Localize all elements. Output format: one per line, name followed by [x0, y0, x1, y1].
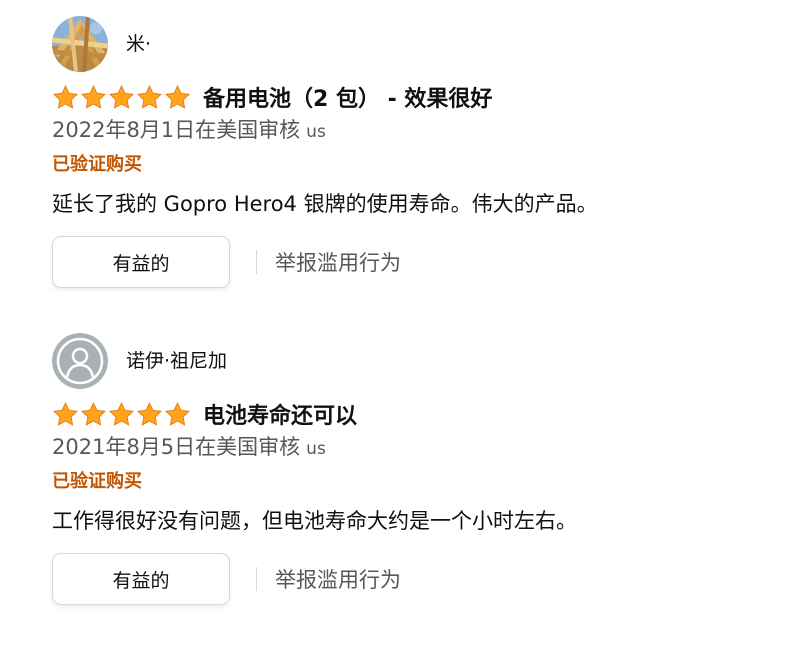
- verified-purchase-badge: 已验证购买: [52, 154, 142, 175]
- reviewer-profile[interactable]: 米·: [52, 16, 772, 72]
- review-item: 诺伊·祖尼加 电池寿命还可以 2021年8月5日在美国审核 us 已验证购买 工作…: [52, 333, 772, 605]
- star-icon: [81, 401, 106, 426]
- reviewer-avatar-default[interactable]: [52, 333, 108, 389]
- review-title-row: 备用电池（2 包） - 效果很好: [52, 82, 772, 112]
- star-icon: [137, 84, 162, 109]
- reviewer-avatar-photo[interactable]: [52, 16, 108, 72]
- star-icon: [109, 401, 134, 426]
- default-user-avatar: [52, 333, 108, 389]
- reviewer-name[interactable]: 诺伊·祖尼加: [126, 351, 227, 371]
- review-date-text: 2022年8月1日在美国审核: [52, 118, 301, 142]
- review-country: us: [306, 439, 326, 459]
- review-date-text: 2021年8月5日在美国审核: [52, 435, 301, 459]
- helpful-button[interactable]: 有益的: [52, 553, 230, 605]
- star-icon: [53, 84, 78, 109]
- review-date: 2021年8月5日在美国审核 us: [52, 433, 772, 463]
- review-title[interactable]: 备用电池（2 包） - 效果很好: [203, 81, 492, 113]
- star-icon: [165, 401, 190, 426]
- star-icon: [81, 84, 106, 109]
- star-rating[interactable]: [52, 401, 191, 428]
- reviewer-profile[interactable]: 诺伊·祖尼加: [52, 333, 772, 389]
- helpful-button[interactable]: 有益的: [52, 236, 230, 288]
- star-icon: [137, 401, 162, 426]
- review-title[interactable]: 电池寿命还可以: [203, 398, 357, 430]
- review-title-row: 电池寿命还可以: [52, 399, 772, 429]
- report-abuse-link[interactable]: 举报滥用行为: [275, 247, 401, 277]
- action-divider: [256, 567, 257, 591]
- review-body: 延长了我的 Gopro Hero4 银牌的使用寿命。伟大的产品。: [52, 192, 598, 216]
- review-country: us: [306, 122, 326, 142]
- star-rating[interactable]: [52, 84, 191, 111]
- review-actions: 有益的 举报滥用行为: [52, 236, 772, 288]
- reviewer-name[interactable]: 米·: [126, 34, 151, 54]
- action-divider: [256, 250, 257, 274]
- star-icon: [109, 84, 134, 109]
- review-date: 2022年8月1日在美国审核 us: [52, 116, 772, 146]
- report-abuse-link[interactable]: 举报滥用行为: [275, 564, 401, 594]
- star-icon: [165, 84, 190, 109]
- review-body: 工作得很好没有问题，但电池寿命大约是一个小时左右。: [52, 509, 577, 533]
- woven-basket-photo-avatar: [52, 16, 108, 72]
- review-item: 米· 备用电池（2 包） - 效果很好 2022年8月1日在美国审核 us 已验证…: [52, 16, 772, 288]
- verified-purchase-badge: 已验证购买: [52, 471, 142, 492]
- review-actions: 有益的 举报滥用行为: [52, 553, 772, 605]
- star-icon: [53, 401, 78, 426]
